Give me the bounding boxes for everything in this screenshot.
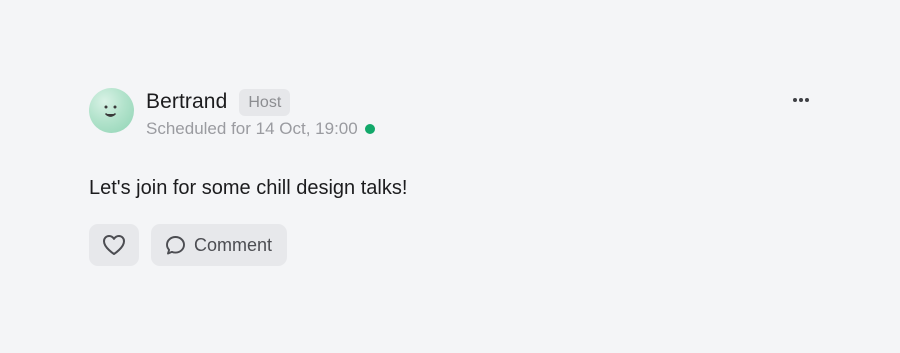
schedule-row: Scheduled for 14 Oct, 19:00 <box>146 119 375 139</box>
author-meta: Bertrand Host Scheduled for 14 Oct, 19:0… <box>146 88 375 139</box>
host-badge: Host <box>239 88 291 116</box>
speech-bubble-icon <box>166 235 185 254</box>
heart-icon <box>103 235 125 255</box>
author-name[interactable]: Bertrand <box>146 90 227 114</box>
comment-button[interactable]: Comment <box>151 224 288 266</box>
avatar[interactable] <box>89 88 134 133</box>
schedule-text: Scheduled for 14 Oct, 19:00 <box>146 119 358 138</box>
post-card: Bertrand Host Scheduled for 14 Oct, 19:0… <box>89 88 821 266</box>
comment-label: Comment <box>194 234 273 255</box>
more-options-button[interactable] <box>789 90 813 110</box>
status-dot <box>364 124 375 134</box>
like-button[interactable] <box>89 224 139 266</box>
post-actions: Comment <box>89 224 821 266</box>
smiley-face-icon <box>104 105 117 117</box>
more-horizontal-icon <box>793 98 809 102</box>
author-row: Bertrand Host <box>146 88 375 116</box>
post-header: Bertrand Host Scheduled for 14 Oct, 19:0… <box>89 88 821 139</box>
post-message: Let's join for some chill design talks! <box>89 177 408 199</box>
